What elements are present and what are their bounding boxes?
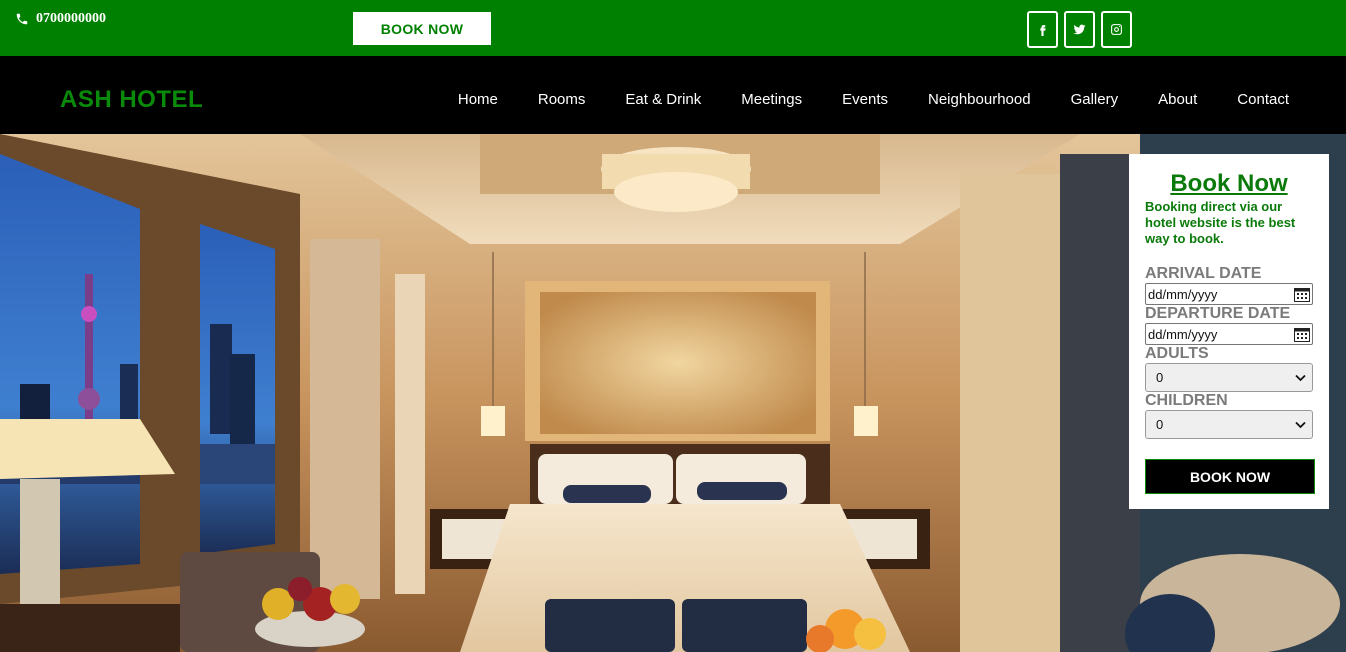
booking-widget: Book Now Booking direct via our hotel we… bbox=[1129, 154, 1329, 509]
nav-neighbourhood[interactable]: Neighbourhood bbox=[928, 91, 1031, 108]
adults-select[interactable]: 0 bbox=[1145, 363, 1313, 392]
nav-events[interactable]: Events bbox=[842, 91, 888, 108]
nav-eat-drink[interactable]: Eat & Drink bbox=[625, 91, 701, 108]
arrival-date-value: dd/mm/yyyy bbox=[1148, 286, 1218, 302]
nav-home[interactable]: Home bbox=[458, 91, 498, 108]
facebook-link[interactable] bbox=[1027, 11, 1058, 48]
twitter-icon bbox=[1073, 24, 1086, 35]
instagram-link[interactable] bbox=[1101, 11, 1132, 48]
phone-icon bbox=[16, 13, 28, 25]
facebook-icon bbox=[1040, 25, 1046, 36]
nav-rooms[interactable]: Rooms bbox=[538, 91, 586, 108]
booking-title[interactable]: Book Now bbox=[1145, 170, 1313, 197]
twitter-link[interactable] bbox=[1064, 11, 1095, 48]
book-now-button[interactable]: BOOK NOW bbox=[1145, 459, 1315, 494]
main-navbar: ASH HOTEL Home Rooms Eat & Drink Meeting… bbox=[0, 56, 1346, 134]
calendar-icon[interactable] bbox=[1294, 287, 1310, 302]
adults-label: ADULTS bbox=[1145, 345, 1209, 362]
top-bar: 0700000000 BOOK NOW bbox=[0, 0, 1346, 56]
adults-value: 0 bbox=[1156, 370, 1164, 385]
calendar-icon[interactable] bbox=[1294, 327, 1310, 342]
booking-subtitle: Booking direct via our hotel website is … bbox=[1145, 199, 1296, 246]
main-nav: Home Rooms Eat & Drink Meetings Events N… bbox=[418, 91, 1289, 108]
chevron-down-icon bbox=[1295, 374, 1306, 381]
top-book-now-button[interactable]: BOOK NOW bbox=[353, 12, 491, 45]
chevron-down-icon bbox=[1295, 421, 1306, 428]
nav-gallery[interactable]: Gallery bbox=[1071, 91, 1119, 108]
departure-date-label: DEPARTURE DATE bbox=[1145, 305, 1291, 322]
phone-number: 0700000000 bbox=[36, 11, 106, 26]
arrival-date-label: ARRIVAL DATE bbox=[1145, 265, 1262, 282]
children-label: CHILDREN bbox=[1145, 392, 1228, 409]
departure-date-value: dd/mm/yyyy bbox=[1148, 326, 1218, 342]
arrival-date-input[interactable]: dd/mm/yyyy bbox=[1145, 283, 1313, 305]
children-value: 0 bbox=[1156, 417, 1164, 432]
phone-contact[interactable]: 0700000000 bbox=[15, 11, 106, 27]
site-logo[interactable]: ASH HOTEL bbox=[60, 86, 203, 114]
departure-date-input[interactable]: dd/mm/yyyy bbox=[1145, 323, 1313, 345]
nav-contact[interactable]: Contact bbox=[1237, 91, 1289, 108]
social-links bbox=[1027, 11, 1132, 48]
children-select[interactable]: 0 bbox=[1145, 410, 1313, 439]
nav-meetings[interactable]: Meetings bbox=[741, 91, 802, 108]
nav-about[interactable]: About bbox=[1158, 91, 1197, 108]
instagram-icon bbox=[1111, 24, 1122, 35]
